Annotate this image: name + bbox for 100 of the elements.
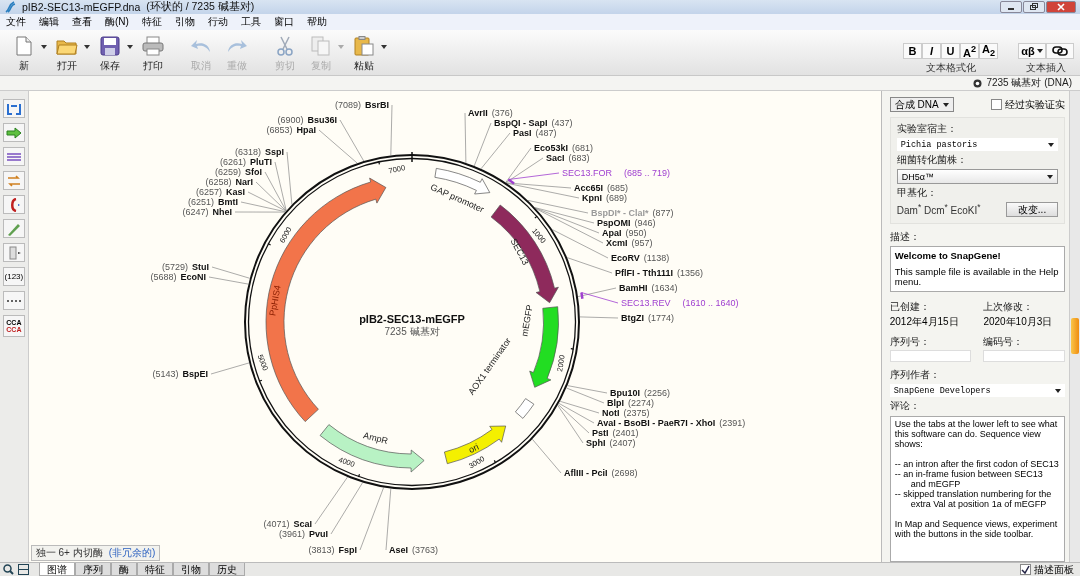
enzyme-label[interactable]: NotI (2375): [601, 408, 650, 418]
enzyme-label[interactable]: BspQI - SapI (437): [493, 118, 573, 128]
format-button[interactable]: I: [922, 43, 941, 59]
format-button[interactable]: U: [941, 43, 960, 59]
numbering-tool[interactable]: (123): [2, 267, 25, 286]
enzyme-label[interactable]: SacI (683): [545, 153, 590, 163]
open-button[interactable]: 打开: [51, 36, 83, 73]
enzyme-label[interactable]: Bpu10I (2256): [609, 388, 670, 398]
enzyme-label[interactable]: XcmI (957): [605, 238, 653, 248]
enzyme-label[interactable]: SphI (2407): [585, 438, 636, 448]
enzyme-label[interactable]: (6247) NheI: [182, 207, 232, 217]
enzyme-label[interactable]: (4071) ScaI: [263, 519, 312, 529]
enzyme-label[interactable]: BspDI* - ClaI* (877): [590, 208, 674, 218]
enzyme-label[interactable]: (6251) BmtI: [187, 197, 238, 207]
host-dropdown[interactable]: Pichia pastoris: [896, 138, 1058, 151]
verified-checkbox[interactable]: 经过实验证实: [991, 97, 1065, 112]
menu-item[interactable]: 查看: [72, 15, 92, 29]
enzyme-label[interactable]: AseI (3763): [388, 545, 438, 555]
primer-label[interactable]: SEC13.REV (1610 .. 1640): [620, 298, 739, 308]
view-tab[interactable]: 图谱: [39, 563, 75, 576]
save-button[interactable]: 保存: [94, 36, 126, 73]
brace-tool[interactable]: [2, 195, 25, 214]
comments-box[interactable]: [889, 416, 1065, 562]
minimize-button[interactable]: [1000, 1, 1022, 13]
enzyme-label[interactable]: (3961) PvuI: [278, 529, 328, 539]
symbol-button[interactable]: αβ: [1018, 43, 1046, 59]
view-tab[interactable]: 序列: [75, 563, 111, 576]
enzyme-label[interactable]: BtgZI (1774): [620, 313, 674, 323]
lines-tool[interactable]: [2, 147, 25, 166]
strain-dropdown[interactable]: DH5α™: [896, 169, 1058, 184]
menu-item[interactable]: 酶(N): [105, 15, 129, 29]
enzyme-label[interactable]: Eco53kI (681): [533, 143, 593, 153]
pen-tool[interactable]: [2, 219, 25, 238]
enzyme-label[interactable]: EcoRV (1138): [610, 253, 669, 263]
enzyme-label[interactable]: PstI (2401): [591, 428, 639, 438]
caret-icon[interactable]: [127, 45, 133, 49]
enzyme-label[interactable]: PasI (487): [512, 128, 557, 138]
feature-arrow[interactable]: [490, 204, 559, 304]
enzyme-label[interactable]: Acc65I (685): [573, 183, 628, 193]
print-button[interactable]: 打印: [137, 36, 169, 73]
menu-item[interactable]: 引物: [174, 15, 195, 29]
close-button[interactable]: [1046, 1, 1076, 13]
enzyme-label[interactable]: (6318) SspI: [234, 147, 284, 157]
enzyme-label[interactable]: (6900) Bsu36I: [277, 115, 337, 125]
enzyme-label[interactable]: BamHI (1634): [618, 283, 678, 293]
input-field[interactable]: [889, 350, 972, 362]
format-button[interactable]: A$^{2}$: [960, 43, 979, 59]
enzyme-label[interactable]: (7089) BsrBI: [334, 100, 389, 110]
scrollbar-thumb[interactable]: [1071, 318, 1079, 354]
menu-item[interactable]: 行动: [207, 15, 228, 29]
description-panel-checkbox[interactable]: 描述面板: [1020, 562, 1080, 576]
enzyme-set-tab[interactable]: 独一 6+ 内切酶 (非冗余的): [30, 545, 161, 561]
caret-icon[interactable]: [41, 45, 47, 49]
enzyme-label[interactable]: AflIII - PciI (2698): [563, 468, 638, 478]
enzyme-label[interactable]: (5688) EcoNI: [150, 272, 206, 282]
format-button[interactable]: A$_{2}$: [979, 43, 998, 59]
menu-item[interactable]: 特征: [141, 15, 162, 29]
new-button[interactable]: 新: [8, 36, 40, 73]
input-field[interactable]: [983, 350, 1065, 362]
panel-icon[interactable]: [18, 564, 29, 575]
scrollbar[interactable]: [1069, 91, 1080, 562]
caret-icon[interactable]: [84, 45, 90, 49]
link-button[interactable]: [1046, 43, 1074, 59]
search-icon[interactable]: [3, 564, 14, 575]
view-tab[interactable]: 特征: [137, 563, 173, 576]
enzyme-label[interactable]: (6853) HpaI: [266, 125, 316, 135]
enzyme-label[interactable]: AvaI - BsoBI - PaeR7I - XhoI (2391): [596, 418, 745, 428]
enzyme-label[interactable]: (3813) FspI: [308, 545, 357, 555]
menu-item[interactable]: 工具: [240, 15, 261, 29]
caret-icon[interactable]: [381, 45, 387, 49]
maximize-button[interactable]: [1023, 1, 1045, 13]
view-tab[interactable]: 酶: [111, 563, 137, 576]
description-box[interactable]: Welcome to SnapGene! This sample file is available in the Help menu.: [889, 246, 1065, 292]
primer-label[interactable]: SEC13.FOR (685 .. 719): [561, 168, 670, 178]
enzyme-label[interactable]: (6258) NarI: [205, 177, 253, 187]
enzyme-label[interactable]: PflFI - Tth111I (1356): [614, 268, 703, 278]
format-button[interactable]: B: [903, 43, 922, 59]
paste-button[interactable]: 粘贴: [348, 36, 380, 73]
enzyme-label[interactable]: (6257) KasI: [195, 187, 245, 197]
view-tab[interactable]: 引物: [173, 563, 209, 576]
menu-item[interactable]: 编辑: [39, 15, 59, 29]
dashes-tool[interactable]: [2, 291, 25, 310]
enzyme-label[interactable]: (5729) StuI: [161, 262, 209, 272]
change-button[interactable]: 改变...: [1006, 202, 1058, 217]
enzyme-label[interactable]: (5143) BspEI: [152, 369, 208, 379]
menu-item[interactable]: 文件: [6, 15, 26, 29]
arrow-tool[interactable]: [2, 123, 25, 142]
enzyme-label[interactable]: ApaI (950): [601, 228, 647, 238]
enzyme-label[interactable]: KpnI (689): [581, 193, 627, 203]
author-dropdown[interactable]: SnapGene Developers: [889, 384, 1065, 397]
view-tab[interactable]: 历史: [209, 563, 245, 576]
enzyme-label[interactable]: (6261) PluTI: [219, 157, 272, 167]
enzyme-label[interactable]: AvrII (376): [467, 108, 513, 118]
brackets-tool[interactable]: [2, 99, 25, 118]
menu-item[interactable]: 帮助: [306, 15, 327, 29]
enzyme-label[interactable]: PspOMI (946): [596, 218, 656, 228]
menu-item[interactable]: 窗口: [273, 15, 294, 29]
enzyme-label[interactable]: (6259) SfoI: [214, 167, 262, 177]
enzyme-label[interactable]: BlpI (2274): [606, 398, 654, 408]
topology-dropdown[interactable]: 合成 DNA: [889, 97, 954, 112]
